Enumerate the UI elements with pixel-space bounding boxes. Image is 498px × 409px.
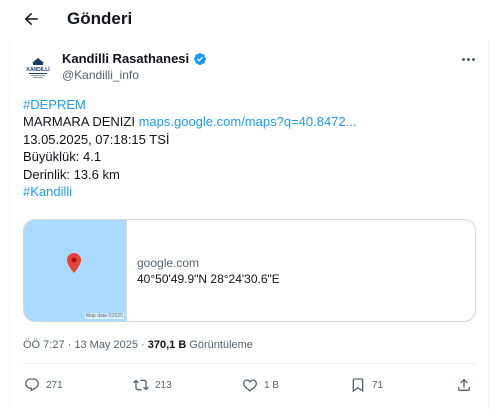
card-coordinates: 40°50'49.9"N 28°24'30.6"E	[137, 271, 280, 286]
verified-badge-icon	[193, 52, 207, 66]
share-icon	[458, 378, 470, 391]
tweet-line-5: Derinlik: 13.6 km	[23, 166, 356, 183]
meta-separator: ·	[137, 339, 148, 351]
view-label: Görüntüleme	[186, 339, 253, 351]
reply-count: 271	[46, 379, 63, 391]
retweet-button[interactable]: 213	[133, 376, 172, 394]
card-domain: google.com	[137, 255, 200, 270]
tweet-line-3: 13.05.2025, 07:18:15 TSİ	[23, 131, 356, 148]
bookmark-icon	[352, 378, 364, 393]
location-text: MARMARA DENIZI	[23, 114, 139, 130]
page-title: Gönderi	[67, 9, 133, 28]
reply-icon	[25, 378, 39, 392]
maps-link[interactable]: maps.google.com/maps?q=40.8472...	[139, 114, 357, 129]
hashtag-link[interactable]: #Kandilli	[23, 184, 72, 199]
tweet-time[interactable]: ÖÖ 7:27	[23, 339, 65, 351]
author-name-row[interactable]: Kandilli Rasathanesi	[62, 51, 207, 66]
map-attribution: Map data ©2025	[84, 313, 124, 319]
more-options-icon[interactable]	[460, 53, 476, 65]
share-button[interactable]	[456, 376, 472, 394]
tweet-meta: ÖÖ 7:27 · 13 May 2025 · 370,1 B Görüntül…	[23, 339, 253, 351]
avatar-logo-text: KANDİLLİ	[26, 66, 50, 73]
view-count: 370,1 B	[147, 339, 187, 351]
like-button[interactable]: 1 B	[242, 376, 279, 394]
retweet-count: 213	[155, 379, 172, 391]
card-text: google.com 40°50'49.9"N 28°24'30.6"E	[127, 220, 280, 321]
depth-text: Derinlik: 13.6 km	[23, 166, 120, 182]
map-thumbnail: Map data ©2025	[24, 220, 127, 321]
back-arrow-icon[interactable]	[21, 9, 41, 29]
like-count: 1 B	[264, 379, 280, 391]
tweet-text: #DEPREM MARMARA DENIZI maps.google.com/m…	[23, 96, 356, 200]
tweet-line-4: Büyüklük: 4.1	[23, 148, 356, 165]
hashtag-link[interactable]: #DEPREM	[23, 97, 86, 112]
column-border-left	[9, 40, 10, 409]
tweet-line-2: MARMARA DENIZI maps.google.com/maps?q=40…	[23, 113, 356, 130]
magnitude-text: Büyüklük: 4.1	[23, 149, 102, 165]
retweet-icon	[133, 379, 149, 391]
meta-separator: ·	[64, 339, 75, 351]
link-preview-card[interactable]: Map data ©2025 google.com 40°50'49.9"N 2…	[23, 219, 476, 322]
tweet-line-6: #Kandilli	[23, 183, 356, 200]
author-name[interactable]: Kandilli Rasathanesi	[62, 51, 189, 66]
action-bar: 271 213 1 B 71	[0, 376, 498, 394]
heart-icon	[243, 379, 257, 392]
bookmark-count: 71	[372, 379, 384, 391]
map-pin-icon	[67, 253, 81, 273]
avatar[interactable]: KANDİLLİ	[22, 52, 54, 84]
datetime-text: 13.05.2025, 07:18:15 TSİ	[23, 131, 170, 147]
tweet-line-1: #DEPREM	[23, 96, 356, 113]
top-bar: Gönderi	[0, 0, 498, 40]
bookmark-button[interactable]: 71	[350, 376, 383, 394]
author-handle[interactable]: @Kandilli_info	[62, 68, 139, 82]
reply-button[interactable]: 271	[24, 376, 63, 394]
divider	[23, 363, 476, 364]
column-border-right	[488, 40, 489, 409]
tweet-date[interactable]: 13 May 2025	[74, 339, 138, 351]
